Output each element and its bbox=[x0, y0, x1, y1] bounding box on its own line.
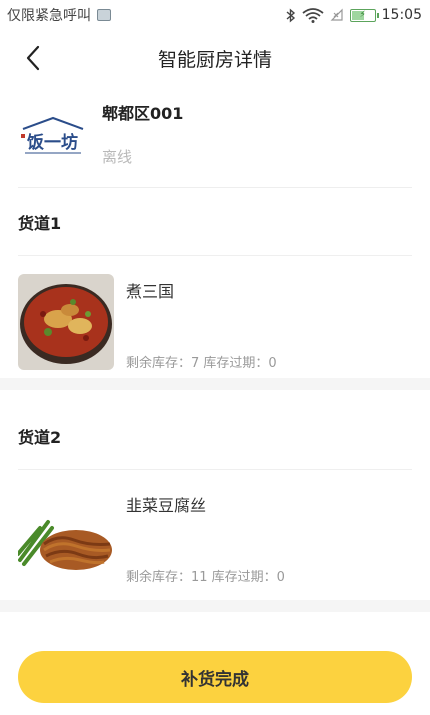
page-title: 智能厨房详情 bbox=[157, 48, 272, 71]
charging-icon: ⚡ bbox=[359, 10, 366, 20]
device-name: 郫都区001 bbox=[102, 104, 184, 123]
lane-item[interactable]: 韭菜豆腐丝 剩余库存：11 库存过期：0 bbox=[18, 470, 412, 592]
dish-name: 煮三国 bbox=[126, 282, 175, 301]
dish-image bbox=[18, 488, 114, 584]
wifi-icon bbox=[302, 7, 324, 23]
svg-text:饭一坊: 饭一坊 bbox=[26, 132, 78, 153]
brand-logo: 饭一坊 bbox=[18, 112, 88, 162]
back-button[interactable] bbox=[18, 43, 48, 73]
dish-image bbox=[18, 274, 114, 370]
device-status: 离线 bbox=[102, 148, 133, 166]
no-signal-icon bbox=[330, 8, 343, 21]
device-header: 饭一坊 郫都区001 离线 bbox=[18, 86, 412, 188]
dish-name: 韭菜豆腐丝 bbox=[126, 496, 207, 515]
nav-bar: 智能厨房详情 bbox=[0, 30, 430, 86]
status-right: ⚡ 15:05 bbox=[286, 7, 422, 23]
notification-icon bbox=[97, 9, 111, 21]
bottom-bar: 补货完成 bbox=[0, 628, 430, 715]
bluetooth-icon bbox=[286, 7, 295, 23]
stock-info: 剩余库存：7 库存过期：0 bbox=[126, 356, 277, 371]
chevron-left-icon bbox=[26, 45, 40, 71]
carrier-text: 仅限紧急呼叫 bbox=[7, 8, 91, 24]
status-left: 仅限紧急呼叫 bbox=[7, 5, 111, 25]
lane-1: 货道1 煮三国 剩余库存：7 库存过期：0 bbox=[0, 188, 430, 378]
lane-item[interactable]: 煮三国 剩余库存：7 库存过期：0 bbox=[18, 256, 412, 378]
status-bar: 仅限紧急呼叫 ⚡ 15:05 bbox=[0, 0, 430, 30]
lane-title: 货道2 bbox=[18, 402, 412, 470]
section-divider bbox=[0, 378, 430, 390]
lane-title: 货道1 bbox=[18, 188, 412, 256]
section-divider bbox=[0, 600, 430, 612]
restock-complete-button[interactable]: 补货完成 bbox=[18, 651, 412, 703]
clock: 15:05 bbox=[381, 7, 422, 23]
stock-info: 剩余库存：11 库存过期：0 bbox=[126, 570, 285, 585]
battery-icon: ⚡ bbox=[349, 8, 379, 22]
lane-2: 货道2 韭菜豆腐丝 剩余库存：11 库存过期：0 bbox=[0, 402, 430, 592]
